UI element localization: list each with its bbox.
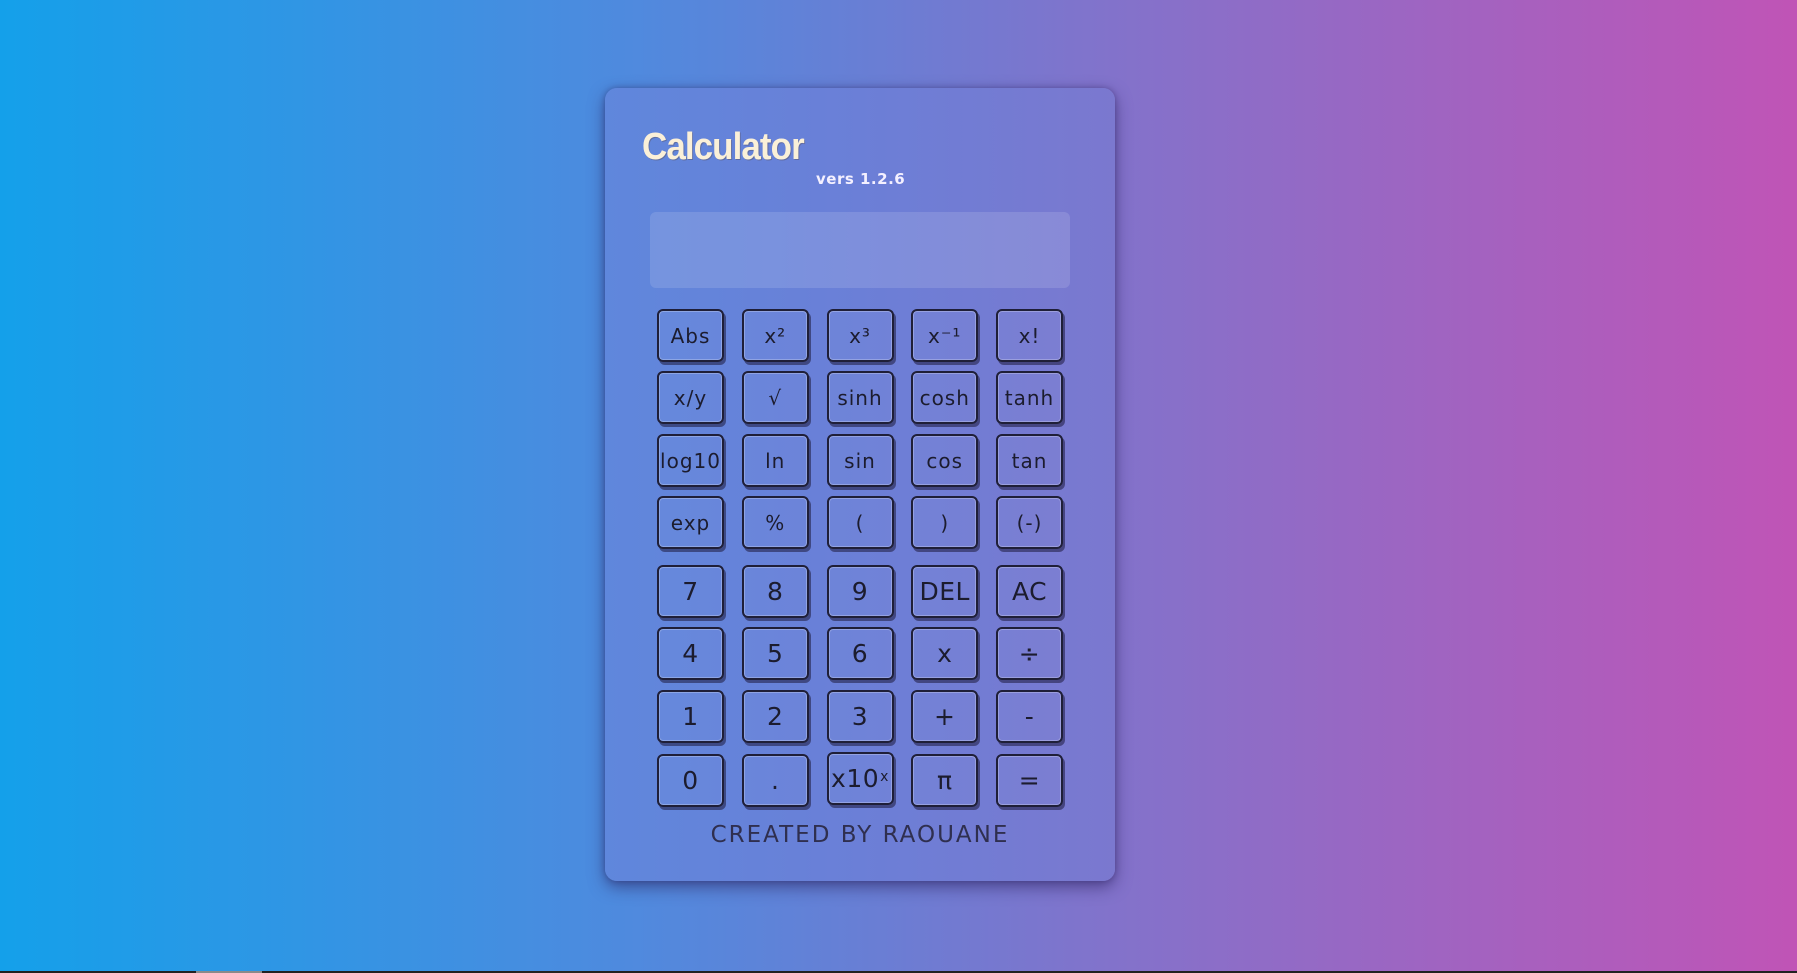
open-paren-button[interactable]: ( (826, 496, 894, 549)
keypad-row: 4 5 6 x ÷ (657, 627, 1063, 680)
cube-button[interactable]: x³ (826, 309, 894, 362)
subtract-button[interactable]: - (996, 690, 1063, 743)
cosh-button[interactable]: cosh (911, 371, 979, 424)
tanh-button[interactable]: tanh (996, 371, 1063, 424)
close-paren-button[interactable]: ) (911, 496, 979, 549)
times-ten-label: x10 (831, 764, 880, 793)
digit-4-button[interactable]: 4 (657, 627, 724, 680)
digit-1-button[interactable]: 1 (657, 690, 724, 743)
calculator-card: Calculator vers 1.2.6 Abs x² x³ x⁻¹ x! x… (605, 88, 1115, 881)
tan-button[interactable]: tan (996, 434, 1063, 487)
keypad-row: x/y √ sinh cosh tanh (657, 371, 1063, 424)
cos-button[interactable]: cos (911, 434, 979, 487)
factorial-button[interactable]: x! (996, 309, 1063, 362)
delete-button[interactable]: DEL (911, 565, 979, 618)
app-title: Calculator (642, 126, 805, 168)
add-button[interactable]: + (911, 690, 979, 743)
all-clear-button[interactable]: AC (996, 565, 1063, 618)
digit-8-button[interactable]: 8 (741, 565, 809, 618)
times-ten-power-button[interactable]: x10 x (826, 752, 894, 805)
multiply-button[interactable]: x (911, 627, 979, 680)
abs-button[interactable]: Abs (657, 309, 724, 362)
keypad-row: 7 8 9 DEL AC (657, 565, 1063, 618)
sin-button[interactable]: sin (826, 434, 894, 487)
calculator-display (650, 212, 1070, 288)
digit-7-button[interactable]: 7 (657, 565, 724, 618)
keypad-row: 1 2 3 + - (657, 690, 1063, 743)
divide-button[interactable]: ÷ (996, 627, 1063, 680)
digit-9-button[interactable]: 9 (826, 565, 894, 618)
exponent-superscript: x (880, 768, 889, 785)
negate-button[interactable]: (-) (996, 496, 1063, 549)
version-label: vers 1.2.6 (816, 170, 906, 188)
sqrt-button[interactable]: √ (741, 371, 809, 424)
ln-button[interactable]: ln (741, 434, 809, 487)
digit-2-button[interactable]: 2 (741, 690, 809, 743)
keypad-row: exp % ( ) (-) (657, 496, 1063, 549)
digit-3-button[interactable]: 3 (826, 690, 894, 743)
keypad-row: Abs x² x³ x⁻¹ x! (657, 309, 1063, 362)
sinh-button[interactable]: sinh (826, 371, 894, 424)
pi-button[interactable]: π (911, 754, 979, 807)
decimal-point-button[interactable]: . (741, 754, 809, 807)
percent-button[interactable]: % (741, 496, 809, 549)
log10-button[interactable]: log10 (657, 434, 724, 487)
power-button[interactable]: x/y (657, 371, 724, 424)
keypad-row: log10 ln sin cos tan (657, 434, 1063, 487)
exp-button[interactable]: exp (657, 496, 724, 549)
reciprocal-button[interactable]: x⁻¹ (911, 309, 979, 362)
square-button[interactable]: x² (741, 309, 809, 362)
keypad-row: 0 . x10 x π = (657, 752, 1063, 807)
digit-0-button[interactable]: 0 (657, 754, 724, 807)
digit-6-button[interactable]: 6 (826, 627, 894, 680)
credit-text: CREATED BY RAOUANE (710, 822, 1010, 848)
digit-5-button[interactable]: 5 (741, 627, 809, 680)
equals-button[interactable]: = (996, 754, 1063, 807)
